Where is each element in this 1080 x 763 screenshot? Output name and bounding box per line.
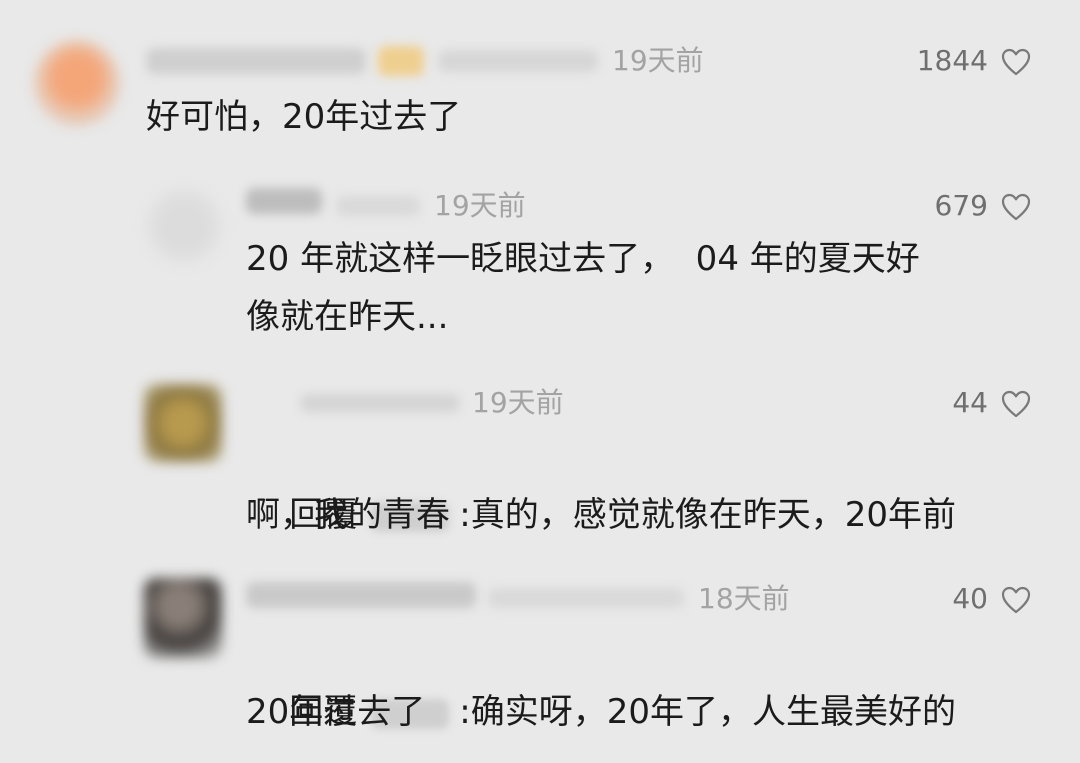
comment-item: 19天前 1844 好可怕，20年过去了	[0, 0, 1080, 160]
heart-icon[interactable]	[1000, 47, 1032, 77]
comment-text-line-2: 啊，我的青春	[246, 495, 450, 535]
comment-time: 19天前	[434, 189, 526, 222]
reply-item: 19天前 679 20 年就这样一眨眼过去了， 04 年的夏天好 像就在昨天..…	[0, 160, 1080, 360]
heart-icon[interactable]	[1000, 585, 1032, 615]
avatar[interactable]	[34, 40, 120, 126]
comment-time: 19天前	[472, 386, 564, 419]
reply-item: 18天前 40 回覆:确实呀，20年了，人生最美好的 20年过去了	[0, 560, 1080, 763]
username-blurred[interactable]	[246, 188, 322, 214]
comment-time: 18天前	[698, 582, 790, 615]
like-count: 44	[952, 386, 988, 419]
comment-text: :确实呀，20年了，人生最美好的	[459, 692, 956, 732]
username-blurred[interactable]	[146, 48, 366, 74]
comment-text-line-1: 20 年就这样一眨眼过去了， 04 年的夏天好	[246, 239, 920, 279]
avatar[interactable]	[146, 188, 222, 264]
like-count: 40	[952, 582, 988, 615]
comment-time: 19天前	[612, 44, 704, 77]
username-blurred[interactable]	[246, 582, 476, 608]
location-blurred	[488, 588, 684, 608]
badge-blurred	[378, 46, 424, 76]
comment-text: 好可怕，20年过去了	[146, 97, 462, 137]
location-blurred	[336, 196, 420, 216]
comment-text-line-2: 像就在昨天...	[246, 297, 449, 337]
username-blurred[interactable]	[300, 394, 460, 412]
reply-item: 19天前 44 回覆:真的，感觉就像在昨天，20年前 啊，我的青春	[0, 360, 1080, 560]
avatar[interactable]	[144, 384, 222, 462]
like-count: 679	[934, 189, 988, 222]
comment-text-line-2: 20年过去了	[246, 692, 426, 732]
comment-text: :真的，感觉就像在昨天，20年前	[459, 495, 956, 535]
avatar[interactable]	[144, 578, 222, 658]
location-blurred	[438, 50, 598, 72]
heart-icon[interactable]	[1000, 389, 1032, 419]
like-count: 1844	[916, 44, 988, 77]
heart-icon[interactable]	[1000, 192, 1032, 222]
